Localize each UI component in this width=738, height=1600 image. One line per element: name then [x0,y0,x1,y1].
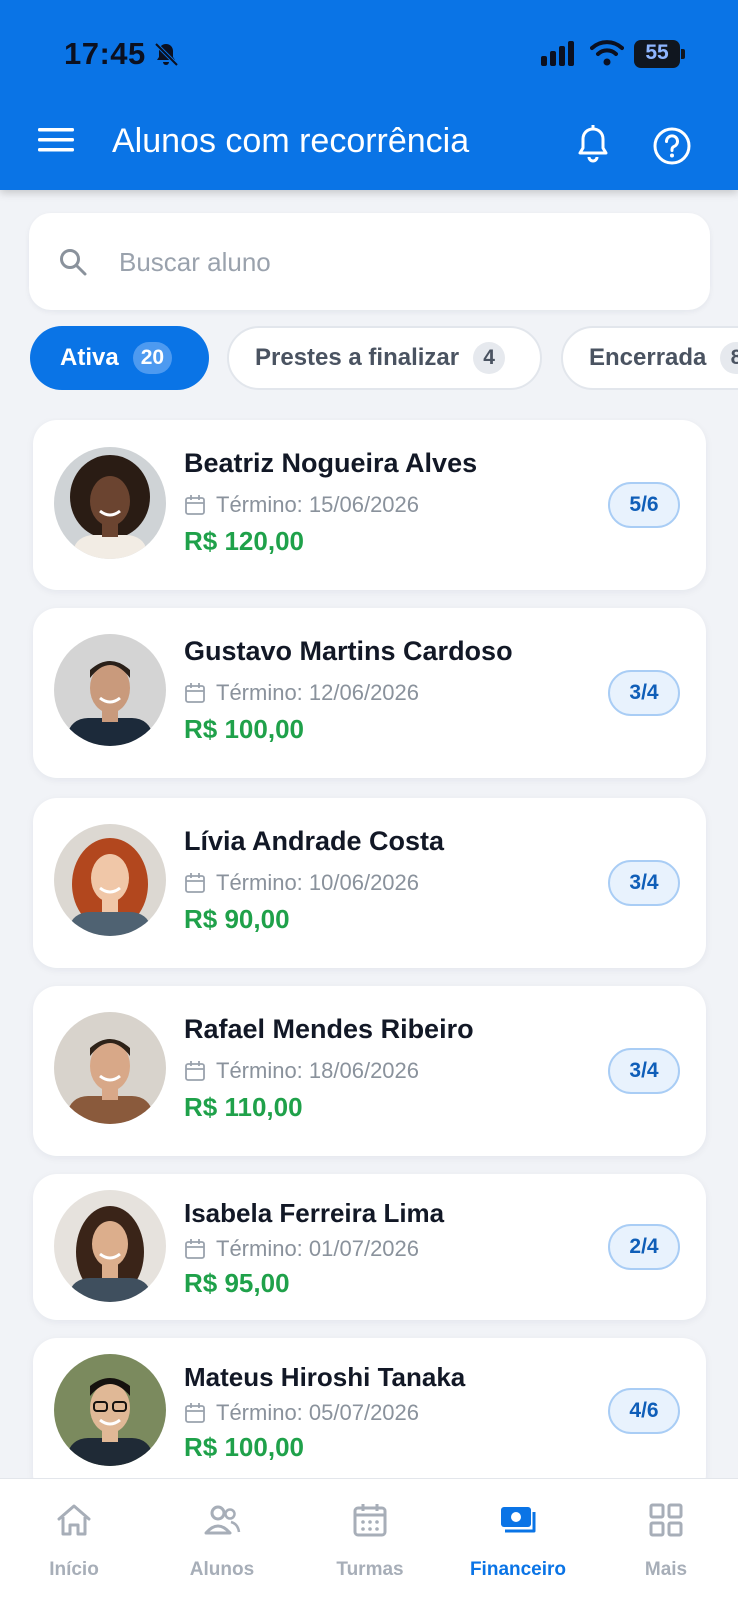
student-price: R$ 100,00 [184,1432,304,1462]
avatar [54,824,166,936]
nav-item-alunos[interactable]: Alunos [148,1479,296,1600]
help-icon[interactable] [652,126,692,166]
avatar [54,447,166,559]
filter-chips: Ativa 20 Prestes a finalizar 4 Encerrada… [0,326,738,392]
student-name: Gustavo Martins Cardoso [184,636,513,666]
student-card[interactable]: Lívia Andrade Costa Término: 10/06/2026 … [33,798,706,968]
student-card[interactable]: Isabela Ferreira Lima Término: 01/07/202… [33,1174,706,1320]
student-card[interactable]: Mateus Hiroshi Tanaka Término: 05/07/202… [33,1338,706,1478]
avatar [54,634,166,746]
nav-label: Início [49,1559,99,1580]
end-date-row: Término: 01/07/2026 [184,1236,419,1262]
battery-icon: 55 [634,40,686,68]
calendar-icon [185,1403,205,1423]
page-title: Alunos com recorrência [112,122,470,160]
student-price: R$ 120,00 [184,526,304,556]
notification-bell-icon[interactable] [574,124,612,164]
end-date: Término: 12/06/2026 [216,680,420,705]
end-date: Término: 01/07/2026 [216,1236,420,1261]
filter-chip-ativa[interactable]: Ativa 20 [30,326,209,390]
chip-count: 8 [720,342,738,374]
chip-count: 4 [473,342,506,374]
avatar [54,1190,166,1302]
calendar-icon [185,683,205,703]
student-name: Lívia Andrade Costa [184,826,445,856]
end-date-row: Término: 15/06/2026 [184,492,419,518]
end-date-row: Término: 10/06/2026 [184,870,419,896]
end-date: Término: 15/06/2026 [216,492,420,517]
avatar [54,1012,166,1124]
filter-chip-encerrada[interactable]: Encerrada 8 [561,326,738,390]
student-card[interactable]: Beatriz Nogueira Alves Término: 15/06/20… [33,420,706,590]
calendar-icon [353,1504,387,1537]
finance-icon [501,1507,536,1533]
battery-level: 55 [645,41,669,64]
wifi-icon [590,40,624,66]
filter-chip-prestes-a-finalizar[interactable]: Prestes a finalizar 4 [227,326,542,390]
nav-item-turmas[interactable]: Turmas [296,1479,444,1600]
chip-label: Prestes a finalizar [255,344,460,371]
menu-icon[interactable] [38,126,74,154]
home-icon [57,1504,91,1536]
calendar-icon [185,1239,205,1259]
progress-badge: 2/4 [608,1224,680,1270]
signal-icon [541,41,574,66]
student-name: Mateus Hiroshi Tanaka [184,1362,466,1392]
student-name: Beatriz Nogueira Alves [184,448,478,478]
calendar-icon [185,873,205,893]
student-price: R$ 95,00 [184,1268,290,1298]
grid-icon [649,1503,683,1537]
status-time: 17:45 [64,36,146,71]
chip-label: Encerrada [589,344,707,371]
search-icon [60,249,87,276]
progress-badge: 4/6 [608,1388,680,1434]
end-date: Término: 05/07/2026 [216,1400,420,1425]
nav-item-inicio[interactable]: Início [0,1479,148,1600]
student-list: Beatriz Nogueira Alves Término: 15/06/20… [0,418,738,1478]
nav-label: Alunos [189,1559,255,1580]
nav-label: Financeiro [469,1559,567,1580]
chip-count: 20 [132,342,173,374]
progress-badge: 3/4 [608,1048,680,1094]
student-price: R$ 90,00 [184,904,290,934]
student-name: Isabela Ferreira Lima [184,1198,445,1228]
end-date-row: Término: 12/06/2026 [184,680,419,706]
search-bar[interactable] [29,213,710,310]
progress-badge: 5/6 [608,482,680,528]
end-date: Término: 18/06/2026 [216,1058,420,1083]
app-bar: 17:45 55 Alunos com recorrência [0,0,738,190]
avatar [54,1354,166,1466]
status-bar: 17:45 55 [0,0,738,105]
end-date-row: Término: 18/06/2026 [184,1058,419,1084]
search-input[interactable] [119,237,679,287]
student-price: R$ 110,00 [184,1092,303,1122]
nav-label: Mais [644,1559,688,1580]
student-name: Rafael Mendes Ribeiro [184,1014,474,1044]
calendar-icon [185,1061,205,1081]
nav-label: Turmas [336,1559,404,1580]
nav-item-financeiro[interactable]: Financeiro [444,1479,592,1600]
calendar-icon [185,495,205,515]
end-date-row: Término: 05/07/2026 [184,1400,419,1426]
student-price: R$ 100,00 [184,714,304,744]
progress-badge: 3/4 [608,860,680,906]
student-card[interactable]: Gustavo Martins Cardoso Término: 12/06/2… [33,608,706,778]
users-icon [204,1505,241,1535]
end-date: Término: 10/06/2026 [216,870,420,895]
student-card[interactable]: Rafael Mendes Ribeiro Término: 18/06/202… [33,986,706,1156]
bell-muted-icon [154,42,179,67]
bottom-navigation: Início Alunos Turmas Financeiro Mais [0,1478,738,1600]
nav-item-mais[interactable]: Mais [592,1479,738,1600]
progress-badge: 3/4 [608,670,680,716]
chip-label: Ativa [60,344,119,371]
